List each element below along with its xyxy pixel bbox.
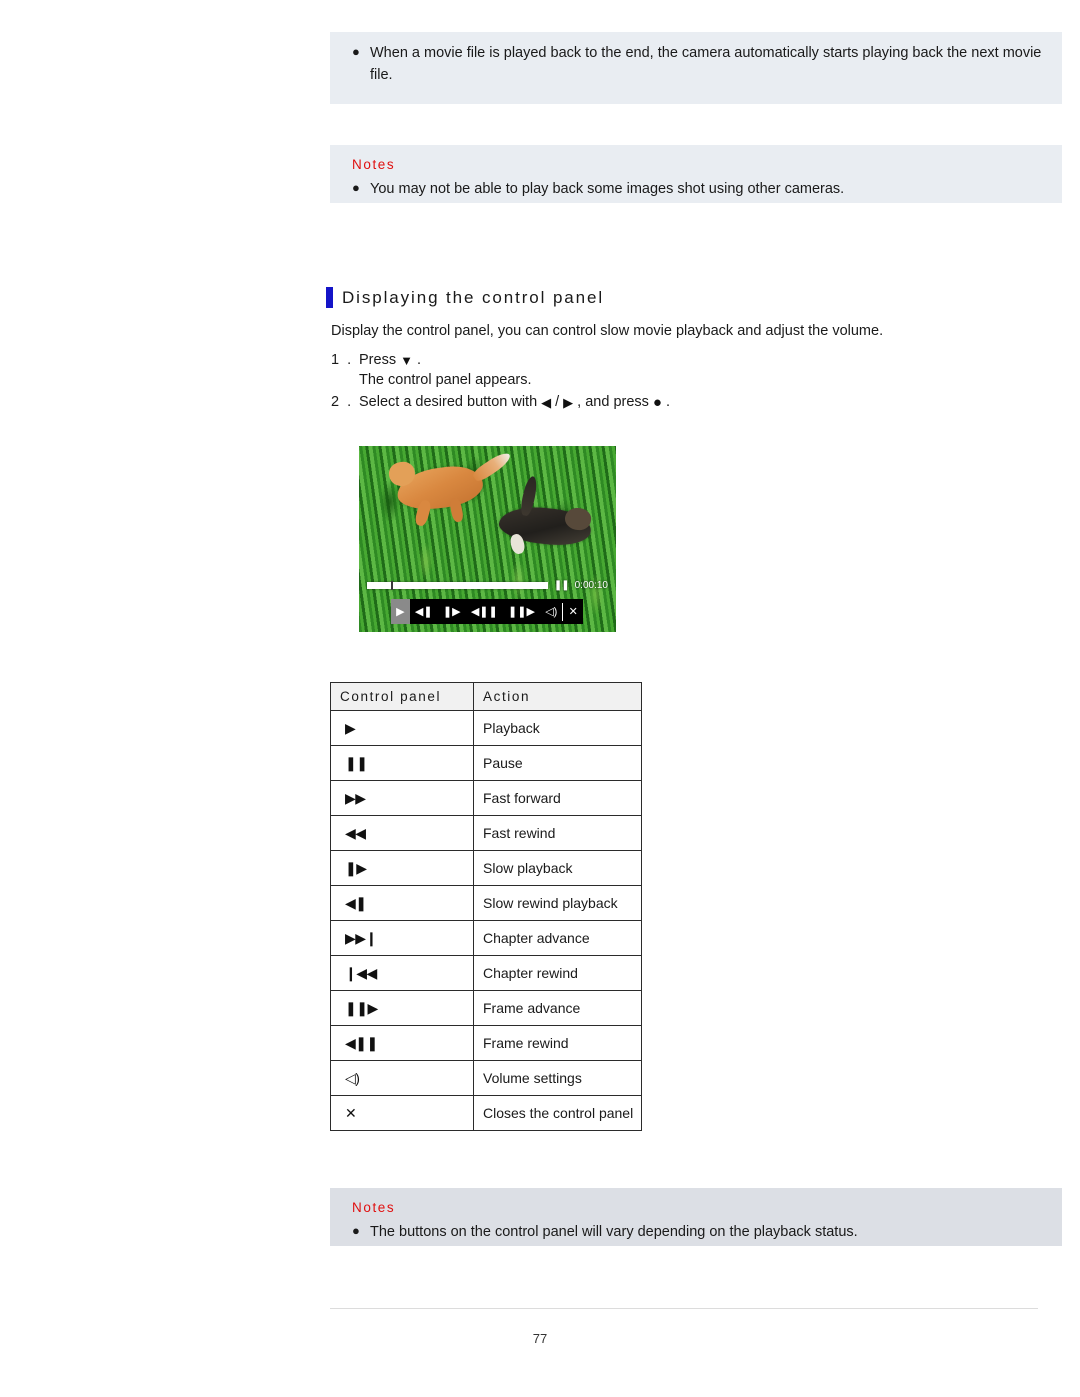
step-1-number: 1 . [331, 352, 354, 368]
fast-rewind-icon: ◀◀ [330, 815, 474, 851]
action-label: Volume settings [473, 1060, 642, 1096]
table-row: ❚❚ Pause [330, 745, 642, 781]
bullet-dot-icon: ● [352, 1223, 360, 1238]
action-label: Fast forward [473, 780, 642, 816]
playback-progress-bar[interactable] [367, 580, 548, 590]
page-number: 77 [532, 1331, 548, 1346]
chapter-advance-icon: ▶▶❙ [330, 920, 474, 956]
column-header-action: Action [473, 682, 642, 711]
close-icon: ✕ [330, 1095, 474, 1131]
table-row: ✕ Closes the control panel [330, 1095, 642, 1131]
screen-volume-settings-button[interactable]: ◁) [540, 599, 562, 624]
action-label: Slow rewind playback [473, 885, 642, 921]
screen-slow-rewind-playback-button[interactable]: ◀❚ [410, 599, 438, 624]
notes-bullet-line-top: ● You may not be able to play back some … [344, 178, 1048, 200]
notes-title-bottom: Notes [352, 1200, 396, 1215]
playback-icon: ▶ [330, 710, 474, 746]
action-label: Closes the control panel [473, 1095, 642, 1131]
center-button-icon: ● [652, 393, 662, 411]
pause-status-icon: ❚❚ [553, 579, 570, 591]
page-title: Displaying the control panel [342, 287, 605, 307]
step-1: 1 . Press ▼ . [331, 352, 931, 368]
right-triangle-icon: ▶ [563, 394, 574, 410]
slow-playback-icon: ❚▶ [330, 850, 474, 886]
slow-rewind-playback-icon: ◀❚ [330, 885, 474, 921]
bullet-dot-icon: ● [352, 180, 360, 195]
callout-bullet-line: ● When a movie file is played back to th… [344, 42, 1048, 87]
step-1-subtext: The control panel appears. [359, 372, 532, 388]
notes-text-top: You may not be able to play back some im… [370, 181, 845, 197]
intro-paragraph: Display the control panel, you can contr… [331, 323, 884, 339]
table-row: ◀◀ Fast rewind [330, 815, 642, 851]
on-screen-control-panel[interactable]: ▶ ◀❚ ❚▶ ◀❚❚ ❚❚▶ ◁) ✕ [391, 599, 583, 624]
table-header-row: Control panel Action [330, 682, 642, 711]
notes-box-top: Notes ● You may not be able to play back… [330, 145, 1062, 203]
volume-settings-icon: ◁) [330, 1060, 474, 1096]
table-row: ▶ Playback [330, 710, 642, 746]
action-label: Fast rewind [473, 815, 642, 851]
table-row: ▶▶❙ Chapter advance [330, 920, 642, 956]
step-2-text-mid: , and press [577, 394, 649, 410]
playback-progress-row: ❚❚ 0:00:10 [359, 578, 616, 592]
playback-time: 0:00:10 [574, 579, 608, 591]
table-row: ◁) Volume settings [330, 1060, 642, 1096]
footer-divider [330, 1308, 1038, 1309]
step-1-text-before: Press [359, 352, 397, 368]
screen-frame-advance-button[interactable]: ❚❚▶ [503, 599, 540, 624]
table-row: ◀❚❚ Frame rewind [330, 1025, 642, 1061]
callout-text: When a movie file is played back to the … [370, 45, 1042, 84]
table-row: ◀❚ Slow rewind playback [330, 885, 642, 921]
action-label: Pause [473, 745, 642, 781]
action-label: Playback [473, 710, 642, 746]
camera-screen-illustration: ❚❚ 0:00:10 ▶ ◀❚ ❚▶ ◀❚❚ ❚❚▶ ◁) ✕ [359, 446, 616, 632]
down-triangle-icon: ▼ [400, 352, 413, 368]
page-number-container: 77 [0, 1331, 1080, 1346]
step-1-text-after: . [416, 352, 421, 368]
screen-frame-rewind-button[interactable]: ◀❚❚ [466, 599, 503, 624]
top-callout-box: ● When a movie file is played back to th… [330, 32, 1062, 104]
action-label: Chapter rewind [473, 955, 642, 991]
chapter-rewind-icon: ❙◀◀ [330, 955, 474, 991]
action-label: Chapter advance [473, 920, 642, 956]
action-label: Slow playback [473, 850, 642, 886]
pause-icon: ❚❚ [330, 745, 474, 781]
left-triangle-icon: ◀ [541, 394, 552, 410]
notes-bullet-line-bottom: ● The buttons on the control panel will … [344, 1221, 1048, 1243]
screen-close-panel-button[interactable]: ✕ [563, 599, 583, 624]
playback-progress-marker[interactable] [390, 580, 393, 590]
steps-list: 1 . Press ▼ . The control panel appears.… [331, 352, 931, 414]
frame-advance-icon: ❚❚▶ [330, 990, 474, 1026]
control-panel-table: Control panel Action ▶ Playback ❚❚ Pause… [330, 682, 642, 1131]
step-2-number: 2 . [331, 394, 354, 410]
table-row: ❚▶ Slow playback [330, 850, 642, 886]
step-2: 2 . Select a desired button with ◀ / ▶ ,… [331, 394, 931, 410]
bullet-dot-icon: ● [352, 44, 360, 59]
notes-box-bottom: Notes ● The buttons on the control panel… [330, 1188, 1062, 1246]
fast-forward-icon: ▶▶ [330, 780, 474, 816]
step-2-text-after: . [665, 394, 671, 410]
notes-title-top: Notes [352, 157, 396, 172]
step-2-separator: / [555, 394, 560, 410]
screen-slow-playback-button[interactable]: ❚▶ [438, 599, 466, 624]
table-row: ❚❚▶ Frame advance [330, 990, 642, 1026]
action-label: Frame rewind [473, 1025, 642, 1061]
heading-accent-bar [326, 287, 333, 308]
table-row: ❙◀◀ Chapter rewind [330, 955, 642, 991]
frame-rewind-icon: ◀❚❚ [330, 1025, 474, 1061]
section-heading: Displaying the control panel [326, 287, 604, 308]
notes-text-bottom: The buttons on the control panel will va… [370, 1224, 858, 1240]
column-header-control-panel: Control panel [330, 682, 474, 711]
screen-playback-button[interactable]: ▶ [391, 599, 410, 624]
step-2-text-before: Select a desired button with [359, 394, 538, 410]
action-label: Frame advance [473, 990, 642, 1026]
table-row: ▶▶ Fast forward [330, 780, 642, 816]
